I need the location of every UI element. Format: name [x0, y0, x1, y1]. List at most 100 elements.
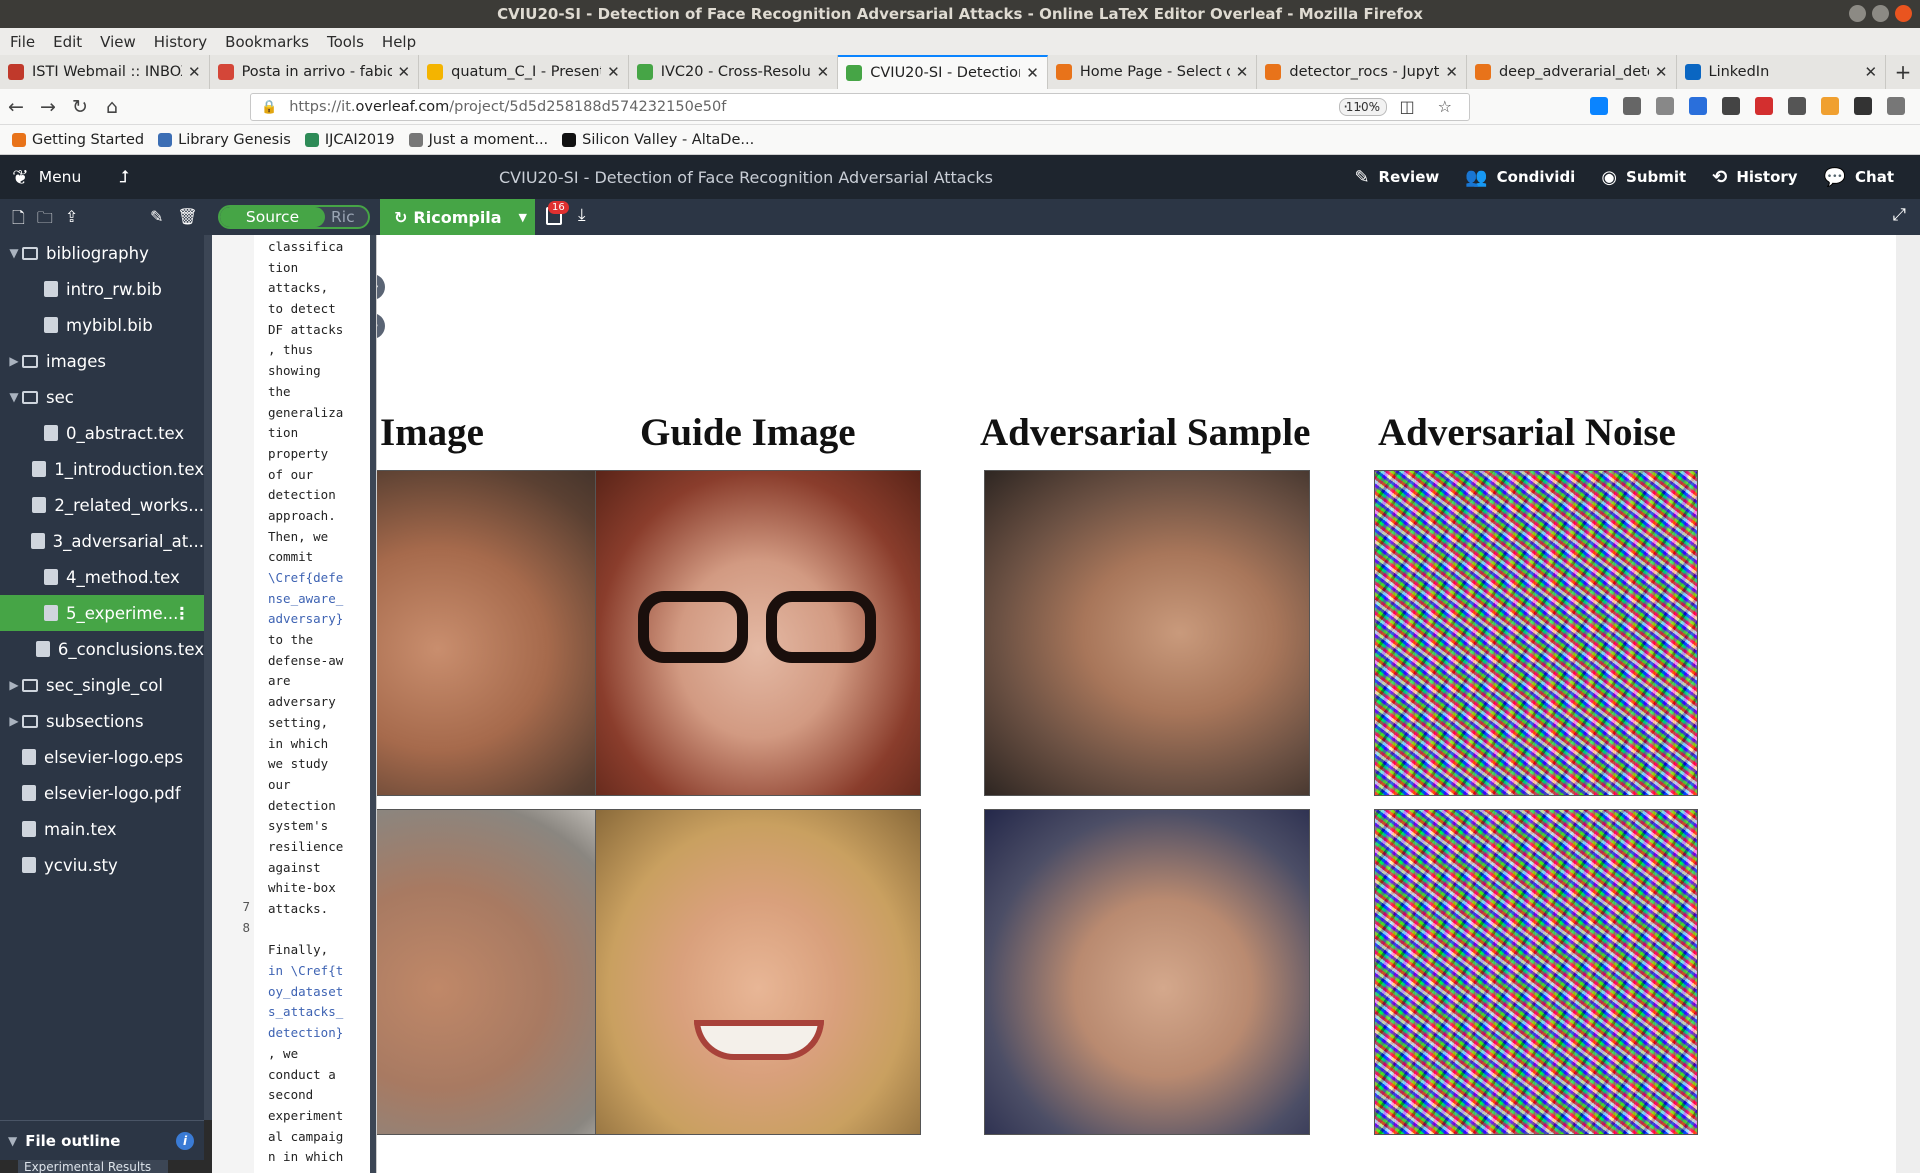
new-folder-icon[interactable]: 🗀: [37, 207, 53, 234]
browser-tab[interactable]: LinkedIn ✕: [1677, 55, 1887, 89]
delete-icon[interactable]: 🗑: [177, 207, 197, 226]
file-item[interactable]: 1_introduction.tex: [0, 451, 204, 487]
code-line[interactable]: commit: [268, 547, 368, 568]
browser-tab[interactable]: ISTI Webmail :: INBOX ✕: [0, 55, 210, 89]
expand-icon[interactable]: ⤢: [1892, 205, 1906, 225]
pdf-viewer[interactable]: → ← Image Guide Image Adversarial Sample…: [376, 235, 1896, 1173]
code-line[interactable]: generaliza: [268, 403, 368, 424]
code-line[interactable]: detection: [268, 485, 368, 506]
file-options-icon[interactable]: ⋮: [174, 604, 191, 623]
code-line[interactable]: to detect: [268, 299, 368, 320]
menu-item-tools[interactable]: Tools: [327, 33, 364, 51]
file-item[interactable]: 4_method.tex: [0, 559, 204, 595]
file-outline-header[interactable]: ▼ File outline i: [0, 1120, 204, 1160]
folder-item[interactable]: ▶ sec_single_col: [0, 667, 204, 703]
barcode-icon[interactable]: [1722, 97, 1740, 115]
code-line[interactable]: in which: [268, 734, 368, 755]
file-item[interactable]: 5_experime... ⋮: [0, 595, 204, 631]
code-line[interactable]: our: [268, 775, 368, 796]
url-bar[interactable]: 🔒 https://it. overleaf.com/project/5d5d25…: [250, 93, 1470, 121]
code-line[interactable]: against: [268, 858, 368, 879]
bookmark-item[interactable]: Getting Started: [12, 132, 144, 148]
chevron-right-icon[interactable]: ▶: [6, 354, 22, 368]
code-line[interactable]: tion: [268, 258, 368, 279]
pdf-scrollbar[interactable]: [1896, 235, 1920, 1173]
code-line[interactable]: \Cref{defe: [268, 568, 368, 589]
forward-icon[interactable]: →: [32, 96, 64, 118]
hamburger-menu-icon[interactable]: [1887, 97, 1905, 115]
folder-item[interactable]: ▼ sec: [0, 379, 204, 415]
rich-text-mode-button[interactable]: Ric: [325, 207, 355, 227]
recompile-options-icon[interactable]: ▼: [519, 211, 527, 224]
file-item[interactable]: 3_adversarial_at...: [0, 523, 204, 559]
bookmark-item[interactable]: Library Genesis: [158, 132, 291, 148]
browser-tab[interactable]: detector_rocs - Jupyte ✕: [1257, 55, 1467, 89]
bookmark-item[interactable]: Just a moment...: [408, 132, 548, 148]
new-tab-button[interactable]: +: [1886, 55, 1920, 89]
ublock-icon[interactable]: [1854, 97, 1872, 115]
file-item[interactable]: intro_rw.bib: [0, 271, 204, 307]
code-line[interactable]: conduct a: [268, 1065, 368, 1086]
outline-item[interactable]: Experimental Results: [18, 1160, 168, 1173]
recompile-button[interactable]: ↻ Ricompila ▼: [380, 199, 535, 235]
close-tab-icon[interactable]: ✕: [1655, 63, 1668, 81]
pdf-icon[interactable]: [1755, 97, 1773, 115]
upload-icon[interactable]: ⇪: [65, 207, 78, 234]
code-line[interactable]: [268, 920, 368, 941]
source-mode-button[interactable]: Source: [220, 207, 325, 227]
menu-item-bookmarks[interactable]: Bookmarks: [225, 33, 309, 51]
code-line[interactable]: white-box: [268, 878, 368, 899]
minimize-button[interactable]: [1849, 5, 1866, 22]
code-line[interactable]: DF attacks: [268, 320, 368, 341]
close-tab-icon[interactable]: ✕: [1236, 63, 1249, 81]
folder-item[interactable]: ▶ subsections: [0, 703, 204, 739]
code-line[interactable]: the: [268, 382, 368, 403]
close-tab-icon[interactable]: ✕: [817, 63, 830, 81]
code-line[interactable]: approach.: [268, 506, 368, 527]
browser-tab[interactable]: Home Page - Select or ✕: [1048, 55, 1258, 89]
code-line[interactable]: detection}: [268, 1023, 368, 1044]
file-item[interactable]: elsevier-logo.eps: [0, 739, 204, 775]
file-item[interactable]: 0_abstract.tex: [0, 415, 204, 451]
sync-to-code-icon[interactable]: ←: [377, 313, 385, 339]
page-actions[interactable]: ··· ◫ ☆: [1343, 97, 1461, 116]
file-tree-resize-handle[interactable]: [204, 235, 212, 1120]
code-line[interactable]: attacks,: [268, 278, 368, 299]
sidebar-icon[interactable]: [1656, 97, 1674, 115]
code-line[interactable]: attacks.: [268, 899, 368, 920]
chevron-right-icon[interactable]: ▶: [6, 714, 22, 728]
sync-to-pdf-icon[interactable]: →: [377, 274, 385, 300]
menu-item-help[interactable]: Help: [382, 33, 416, 51]
code-line[interactable]: to the: [268, 630, 368, 651]
code-line[interactable]: setting,: [268, 713, 368, 734]
chevron-down-icon[interactable]: ▼: [6, 246, 22, 260]
file-item[interactable]: ycviu.sty: [0, 847, 204, 883]
share-button[interactable]: 👥 Condividi: [1465, 167, 1575, 188]
file-item[interactable]: mybibl.bib: [0, 307, 204, 343]
close-tab-icon[interactable]: ✕: [1026, 64, 1039, 82]
menu-item-file[interactable]: File: [10, 33, 35, 51]
file-item[interactable]: 2_related_works...: [0, 487, 204, 523]
code-line[interactable]: , we: [268, 1044, 368, 1065]
code-line[interactable]: Finally,: [268, 940, 368, 961]
code-line[interactable]: of our: [268, 465, 368, 486]
rename-icon[interactable]: ✎: [150, 207, 163, 226]
code-line[interactable]: we study: [268, 754, 368, 775]
extension-icon[interactable]: [1689, 97, 1707, 115]
code-line[interactable]: adversary}: [268, 609, 368, 630]
code-line[interactable]: are: [268, 671, 368, 692]
close-tab-icon[interactable]: ✕: [398, 63, 411, 81]
home-icon[interactable]: ⌂: [96, 96, 128, 118]
code-line[interactable]: detection: [268, 796, 368, 817]
code-line[interactable]: in \Cref{t: [268, 961, 368, 982]
menu-item-view[interactable]: View: [100, 33, 136, 51]
code-line[interactable]: al campaig: [268, 1127, 368, 1148]
close-tab-icon[interactable]: ✕: [1445, 63, 1458, 81]
bookmark-item[interactable]: IJCAI2019: [304, 132, 395, 148]
close-tab-icon[interactable]: ✕: [607, 63, 620, 81]
menu-item-edit[interactable]: Edit: [53, 33, 82, 51]
source-rich-toggle[interactable]: Source Ric: [218, 205, 370, 229]
code-line[interactable]: experiment: [268, 1106, 368, 1127]
folder-item[interactable]: ▶ images: [0, 343, 204, 379]
code-line[interactable]: classifica: [268, 237, 368, 258]
